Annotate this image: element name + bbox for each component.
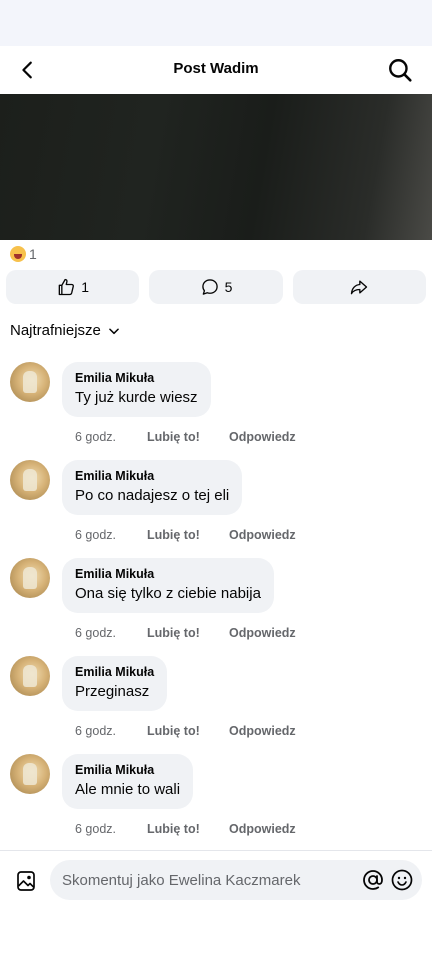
comment-meta: 6 godz. Lubię to! Odpowiedz [75, 822, 296, 836]
comment-item: Emilia Mikuła Ale mnie to wali 6 godz. L… [0, 752, 432, 850]
page-title: Post Wadim [173, 60, 259, 77]
avatar[interactable] [10, 656, 50, 696]
avatar[interactable] [10, 558, 50, 598]
comment-time: 6 godz. [75, 528, 117, 542]
comment-bubble[interactable]: Emilia Mikuła Ale mnie to wali [62, 754, 194, 809]
comment-reply-button[interactable]: Odpowiedz [229, 626, 296, 640]
comment-reply-button[interactable]: Odpowiedz [229, 822, 296, 836]
top-bar: Post Wadim [0, 46, 432, 94]
comment-button[interactable]: 5 [149, 270, 283, 304]
comment-like-button[interactable]: Lubię to! [147, 822, 229, 836]
chevron-down-icon [109, 327, 119, 334]
comment-list: Emilia Mikuła Ty już kurde wiesz 6 godz.… [0, 360, 432, 850]
status-bar [0, 0, 432, 46]
comment-like-button[interactable]: Lubię to! [147, 724, 229, 738]
like-button[interactable]: 1 [6, 270, 140, 304]
comment-time: 6 godz. [75, 724, 117, 738]
photo-icon [17, 871, 35, 891]
comment-like-button[interactable]: Lubię to! [147, 528, 229, 542]
comment-bubble[interactable]: Emilia Mikuła Ona się tylko z ciebie nab… [62, 558, 274, 613]
post-actions: 1 5 [6, 270, 426, 304]
comment-text: Przeginasz [75, 683, 150, 700]
search-button[interactable] [384, 54, 416, 86]
share-arrow-icon [351, 280, 368, 295]
comment-bubble[interactable]: Emilia Mikuła Po co nadajesz o tej eli [62, 460, 243, 515]
comment-like-button[interactable]: Lubię to! [147, 430, 229, 444]
thumbs-up-icon [58, 278, 75, 296]
reaction-count: 1 [29, 246, 37, 262]
comment-author[interactable]: Emilia Mikuła [75, 664, 154, 680]
comment-item: Emilia Mikuła Przeginasz 6 godz. Lubię t… [0, 654, 432, 752]
add-photo-button[interactable] [12, 867, 40, 895]
emoji-button[interactable] [390, 868, 414, 892]
comment-text: Ty już kurde wiesz [75, 389, 198, 406]
mention-button[interactable] [360, 868, 386, 892]
comment-meta: 6 godz. Lubię to! Odpowiedz [75, 626, 296, 640]
comment-item: Emilia Mikuła Ty już kurde wiesz 6 godz.… [0, 360, 432, 458]
share-button[interactable] [292, 270, 426, 304]
comment-text: Ona się tylko z ciebie nabija [75, 585, 261, 602]
comment-reply-button[interactable]: Odpowiedz [229, 528, 296, 542]
comment-author[interactable]: Emilia Mikuła [75, 468, 229, 484]
comment-text: Po co nadajesz o tej eli [75, 487, 230, 504]
comment-meta: 6 godz. Lubię to! Odpowiedz [75, 430, 296, 444]
post-media[interactable] [0, 94, 432, 240]
comment-item: Emilia Mikuła Po co nadajesz o tej eli 6… [0, 458, 432, 556]
comment-bubble[interactable]: Emilia Mikuła Przeginasz [62, 656, 168, 711]
comment-text: Ale mnie to wali [75, 781, 181, 798]
like-count: 1 [81, 279, 90, 295]
comment-author[interactable]: Emilia Mikuła [75, 370, 198, 386]
comment-bubble[interactable]: Emilia Mikuła Ty już kurde wiesz [62, 362, 211, 417]
comment-input[interactable] [62, 860, 342, 900]
comment-time: 6 godz. [75, 626, 117, 640]
comment-author[interactable]: Emilia Mikuła [75, 566, 261, 582]
comment-item: Emilia Mikuła Ona się tylko z ciebie nab… [0, 556, 432, 654]
avatar[interactable] [10, 460, 50, 500]
comment-composer [0, 850, 432, 910]
search-icon [389, 59, 412, 82]
smiley-icon [391, 869, 413, 891]
speech-bubble-icon [201, 279, 218, 295]
at-icon [363, 870, 383, 890]
comment-time: 6 godz. [75, 822, 117, 836]
comment-sort-dropdown[interactable]: Najtrafniejsze [10, 322, 121, 339]
back-button[interactable] [12, 54, 44, 86]
reaction-summary[interactable]: 1 [10, 245, 37, 263]
comment-like-button[interactable]: Lubię to! [147, 626, 229, 640]
comment-time: 6 godz. [75, 430, 117, 444]
comment-meta: 6 godz. Lubię to! Odpowiedz [75, 724, 296, 738]
avatar[interactable] [10, 754, 50, 794]
sort-label: Najtrafniejsze [10, 322, 101, 339]
comment-meta: 6 godz. Lubię to! Odpowiedz [75, 528, 296, 542]
comment-author[interactable]: Emilia Mikuła [75, 762, 180, 778]
comment-reply-button[interactable]: Odpowiedz [229, 430, 296, 444]
comment-count: 5 [224, 279, 233, 295]
avatar[interactable] [10, 362, 50, 402]
comment-input-container [50, 860, 422, 900]
haha-emoji-icon [10, 246, 26, 262]
chevron-left-icon [22, 61, 32, 79]
comment-reply-button[interactable]: Odpowiedz [229, 724, 296, 738]
